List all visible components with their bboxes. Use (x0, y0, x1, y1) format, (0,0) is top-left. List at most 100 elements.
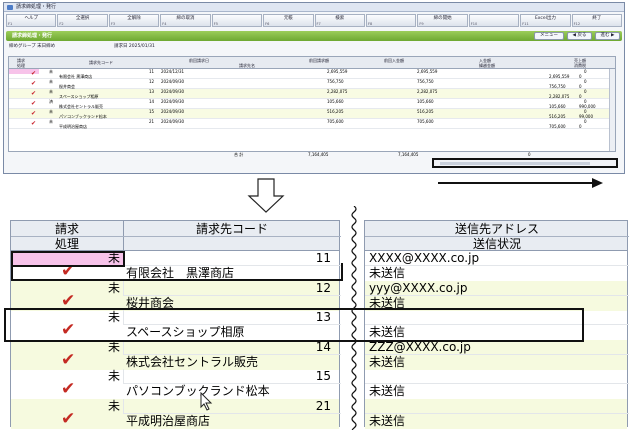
fkey-label: 検索 (335, 16, 345, 21)
fkey-6[interactable]: 元帳 F6 (263, 14, 314, 27)
zoom-row-send-status: 未送信 (369, 266, 406, 280)
row-prev-amount: 2,282,075 (327, 89, 348, 94)
row-sales: 0 (579, 124, 582, 129)
fkey-2[interactable]: 全選択 F2 (57, 14, 108, 27)
total-prev-payment: 7,164,405 (398, 152, 419, 157)
zoom-right-row[interactable]: 未送信 (365, 369, 629, 399)
zoom-row-address: XXXX@XXXX.co.jp (369, 251, 480, 265)
fkey-number: F10 (470, 22, 478, 26)
row-status: 未 (49, 69, 53, 74)
fkey-label: 全選択 (75, 16, 90, 21)
fkey-label: 締の取消 (176, 16, 195, 21)
row-prev-payment: 2,695,559 (417, 69, 438, 74)
grid-row[interactable]: 済 14 2024/09/30 株式会社セントラル販売 105,660 105,660 0 1… (9, 99, 615, 109)
col-code: 請求先コード (89, 60, 113, 65)
back-button[interactable]: ◀ 戻る (567, 32, 592, 40)
scrollbar-thumb[interactable] (440, 162, 590, 165)
zoom-right-row[interactable]: yyy@XXXX.co.jp 未送信 (365, 280, 629, 311)
grid-header: 請求 処理 請求先コード 前回請求日 請求先名 前回請求額 前回入金額 入金額 … (9, 57, 615, 69)
vertical-scrollbar[interactable] (609, 69, 615, 151)
grid-row[interactable]: 未 15 2024/09/30 パソコンブックランド松本 516,205 516,205 0… (9, 109, 615, 119)
row-code: 11 (149, 69, 155, 74)
row-separator (365, 294, 629, 296)
fkey-number: F3 (110, 22, 116, 26)
fkey-8[interactable]: F8 (365, 14, 417, 27)
total-label: 合 計 (234, 152, 244, 157)
zoom-row-check-icon[interactable]: ✔ (61, 351, 75, 368)
row-check-icon[interactable]: ✔ (31, 109, 36, 118)
fkey-number: F2 (59, 22, 64, 26)
row-separator (365, 383, 629, 384)
zoom-row-status: 未 (108, 398, 121, 413)
zoomed-left-header: 請求 処理 請求先コード (11, 221, 341, 251)
zoom-right-row[interactable]: ZZZ@XXXX.co.jp 未送信 (365, 339, 629, 370)
grid-row[interactable]: 未 11 2024/12/31 有限会社 黒澤商店 2,695,559 2,695,559… (9, 69, 615, 79)
column-separator (123, 369, 124, 383)
grid-row[interactable]: 未 13 2024/09/30 スペースショップ相原 2,282,075 2,282,07… (9, 89, 615, 99)
fkey-1[interactable]: ヘルプ F1 (6, 14, 57, 27)
row-carryover: 705,600 (549, 124, 566, 129)
zoom-row-check-icon[interactable]: ✔ (61, 410, 75, 427)
grid-row[interactable]: 未 21 2024/09/30 平成明治屋商店 705,600 705,600 0 705,6… (9, 119, 615, 129)
mouse-pointer-icon (200, 392, 213, 411)
row-payment: 0 (584, 69, 587, 74)
zoom-row[interactable]: 未 21 ✔ 平成明治屋商店 (11, 398, 341, 429)
down-arrow-icon (247, 178, 285, 213)
fkey-7[interactable]: 検索 F7 (314, 14, 365, 27)
zoom-right-row[interactable]: 未送信 (365, 398, 629, 429)
horizontal-scrollbar[interactable] (432, 158, 618, 168)
row-prev-date: 2024/09/30 (161, 119, 185, 124)
function-key-bar: ヘルプ F1 全選択 F2 全解除 F3 締の取消 F4 F5 元帳 F6 検索 F7 F8 締の開始 F9 F… (4, 13, 624, 28)
invoice-window: 請求締処理・発行 ヘルプ F1 全選択 F2 全解除 F3 締の取消 F4 F5 元帳 F6 検索 F7… (3, 2, 625, 174)
forward-button[interactable]: 進む ▶ (595, 32, 620, 40)
row-payment: 0 (584, 79, 587, 84)
total-payment: 0 (528, 152, 531, 157)
fkey-label: 終了 (592, 16, 602, 21)
zoom-row-code: 21 (315, 398, 331, 413)
row-check-icon[interactable]: ✔ (31, 119, 36, 128)
fkey-number: F7 (316, 22, 321, 26)
row-prev-date: 2024/09/30 (161, 89, 185, 94)
row-code: 12 (149, 79, 155, 84)
col-prev-date: 前回請求日 (189, 58, 209, 63)
billing-date-field[interactable]: 請求日 2025/01/31 (114, 43, 155, 51)
col-prev-amount: 前回請求額 (309, 58, 329, 63)
zoom-row[interactable]: 未 14 ✔ 株式会社セントラル販売 (11, 339, 341, 370)
fkey-5[interactable]: F5 (211, 14, 263, 27)
row-status: 未 (49, 119, 53, 124)
zoom-row-check-icon[interactable]: ✔ (61, 292, 75, 309)
row-check-icon[interactable]: ✔ (31, 99, 36, 108)
total-row: 合 計 7,164,405 7,164,405 0 (8, 151, 616, 158)
fkey-4[interactable]: 締の取消 F4 (160, 14, 211, 27)
zoom-row-status: 未 (108, 280, 121, 295)
zoom-row[interactable]: 未 12 ✔ 桜井商会 (11, 280, 341, 311)
grid-row[interactable]: 未 12 2024/09/30 桜井商会 756,750 756,750 0 756,750 0… (9, 79, 615, 89)
fkey-label: 締の開始 (433, 16, 452, 21)
zoom-row-send-status: 未送信 (369, 384, 406, 398)
row-check-icon[interactable]: ✔ (31, 79, 36, 88)
zoom-row-name: 平成明治屋商店 (126, 413, 211, 428)
zoom-row-name: パソコンブックランド松本 (126, 384, 270, 398)
zoom-row-check-icon[interactable]: ✔ (61, 381, 75, 398)
fkey-3[interactable]: 全解除 F3 (108, 14, 160, 27)
zoom-right-row[interactable]: XXXX@XXXX.co.jp 未送信 (365, 251, 629, 281)
row-status: 未 (49, 79, 53, 84)
row-prev-date: 2024/09/30 (161, 79, 185, 84)
total-prev-amount: 7,164,405 (308, 152, 329, 157)
fkey-11[interactable]: Excel出力 F11 (520, 14, 571, 27)
filter-area: 締めグループ 末日締め 請求日 2025/01/31 (9, 43, 155, 51)
fkey-label: Excel出力 (534, 16, 556, 21)
fkey-9[interactable]: 締の開始 F9 (417, 14, 468, 27)
row-separator (365, 265, 629, 266)
row-check-icon[interactable]: ✔ (31, 69, 36, 78)
zoom-row-send-status: 未送信 (369, 354, 406, 369)
row-code: 15 (149, 109, 155, 114)
row-check-icon[interactable]: ✔ (31, 89, 36, 98)
zoom-row-code: 15 (315, 369, 331, 383)
zoom-row[interactable]: 未 15 ✔ パソコンブックランド松本 (11, 369, 341, 399)
fkey-12[interactable]: 終了 F12 (571, 14, 623, 27)
menu-button[interactable]: メニュー (534, 32, 564, 40)
fkey-label: 全解除 (127, 16, 141, 21)
fkey-10[interactable]: F10 (468, 14, 520, 27)
window-titlebar: 請求締処理・発行 (4, 3, 624, 12)
